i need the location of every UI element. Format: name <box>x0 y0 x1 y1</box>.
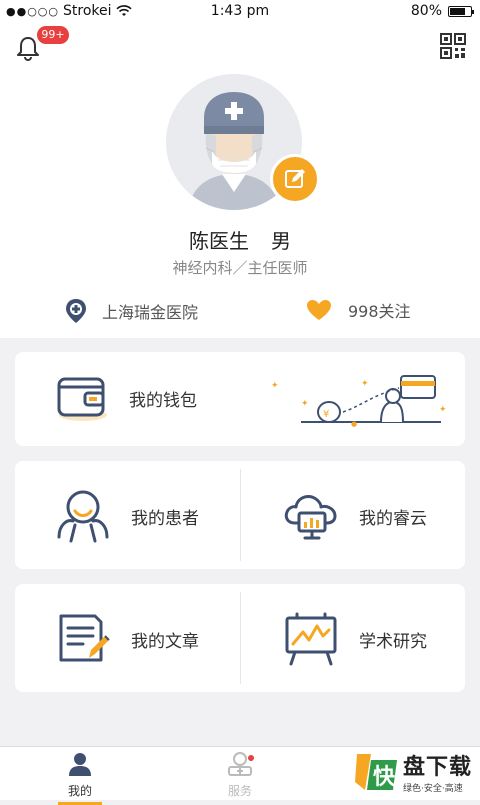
edit-profile-button[interactable] <box>270 154 320 204</box>
doctor-name: 陈医生 <box>189 229 249 253</box>
follow-item[interactable]: 998关注 <box>306 298 411 322</box>
patients-icon <box>57 490 109 543</box>
status-bar: ●●○○○ Strokei 1:43 pm 80% <box>0 0 480 22</box>
svg-text:快: 快 <box>373 765 396 790</box>
qr-code-icon[interactable] <box>440 33 466 59</box>
svg-text:✦: ✦ <box>301 399 309 409</box>
cloud-chart-icon <box>284 495 337 540</box>
research-cell[interactable]: 学术研究 <box>281 610 427 668</box>
svg-text:●: ● <box>351 420 357 428</box>
svg-text:✦: ✦ <box>271 381 279 391</box>
wallet-label: 我的钱包 <box>129 390 197 411</box>
wallet-cell[interactable]: 我的钱包 <box>55 373 197 423</box>
heart-icon <box>307 300 331 320</box>
articles-cell[interactable]: 我的文章 <box>53 610 199 668</box>
hospital-item[interactable]: 上海瑞金医院 <box>64 298 198 324</box>
wallet-card[interactable]: 我的钱包 ¥ ✦ ✦ ✦ ✦ ● <box>15 352 465 446</box>
profile-header: 99+ 陈医生 男 神经内科／主任医师 上海瑞金医院 998关注 <box>0 22 480 338</box>
wallet-icon <box>57 377 107 421</box>
service-notification-dot <box>248 755 254 761</box>
tab-service[interactable]: 服务 <box>210 751 270 799</box>
card-divider <box>240 469 241 561</box>
articles-research-card: 我的文章 学术研究 <box>15 584 465 692</box>
bottom-tab-bar: 我的 服务 快 盘下载 绿色·安全·高速 <box>0 746 480 805</box>
research-label: 学术研究 <box>359 631 427 652</box>
wallet-illustration: ¥ ✦ ✦ ✦ ✦ ● <box>271 375 447 428</box>
profile-info-row: 上海瑞金医院 998关注 <box>0 294 480 330</box>
patients-cell[interactable]: 我的患者 <box>53 487 199 545</box>
watermark-logo: 快 盘下载 绿色·安全·高速 <box>353 749 472 794</box>
follow-count: 998关注 <box>348 302 411 321</box>
research-board-icon <box>285 612 337 666</box>
hospital-name: 上海瑞金医院 <box>102 303 199 322</box>
kuai-logo-icon: 快 <box>354 753 397 790</box>
location-pin-icon <box>66 299 86 323</box>
ruiyun-cell[interactable]: 我的睿云 <box>281 487 427 545</box>
notification-badge: 99+ <box>37 26 69 44</box>
ruiyun-label: 我的睿云 <box>359 508 427 529</box>
watermark-title: 盘下载 <box>402 755 472 780</box>
patients-label: 我的患者 <box>131 508 199 529</box>
battery-icon <box>448 5 474 17</box>
clock: 1:43 pm <box>210 3 270 19</box>
tab-mine-label: 我的 <box>67 784 92 798</box>
card-divider <box>240 592 241 684</box>
patients-ruiyun-card: 我的患者 我的睿云 <box>15 461 465 569</box>
doctor-department: 神经内科／主任医师 <box>172 259 308 277</box>
svg-text:¥: ¥ <box>323 409 329 420</box>
user-icon <box>69 753 91 776</box>
avatar-container <box>166 74 320 210</box>
doctor-gender: 男 <box>271 229 291 253</box>
tab-service-label: 服务 <box>227 784 252 798</box>
articles-label: 我的文章 <box>131 631 199 652</box>
watermark-subtitle: 绿色·安全·高速 <box>402 784 463 794</box>
tab-mine[interactable]: 我的 <box>50 751 110 805</box>
edit-icon <box>285 169 305 188</box>
battery-percent: 80% <box>410 3 442 19</box>
article-icon <box>59 614 110 662</box>
svg-text:✦: ✦ <box>361 379 369 389</box>
doctor-name-row: 陈医生男 <box>0 225 480 254</box>
svg-text:✦: ✦ <box>439 405 447 415</box>
